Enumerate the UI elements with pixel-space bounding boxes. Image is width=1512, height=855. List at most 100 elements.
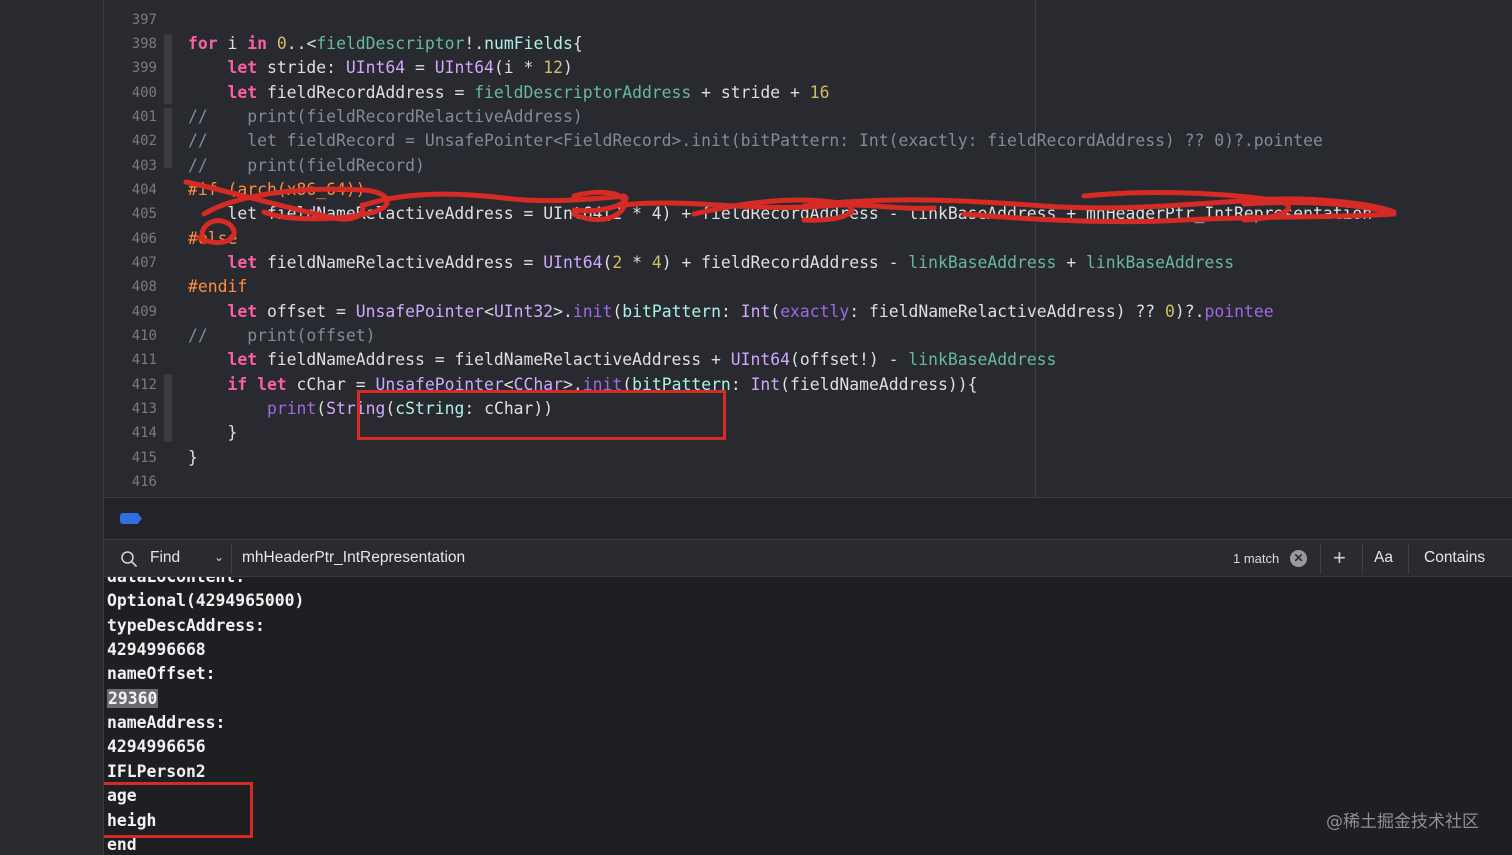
code-token: 16 — [809, 82, 830, 102]
console-line: 29360 — [107, 687, 159, 711]
code-line[interactable]: } — [188, 446, 198, 470]
line-number[interactable]: 402 — [104, 129, 157, 153]
code-line[interactable]: let fieldNameRelactiveAddress = UInt64(2… — [188, 251, 1234, 275]
line-number[interactable]: 406 — [104, 227, 157, 251]
code-line[interactable]: let fieldRecordAddress = fieldDescriptor… — [188, 81, 829, 105]
clear-search-icon[interactable]: ✕ — [1290, 550, 1307, 567]
code-token: !. — [464, 33, 485, 53]
console-line: 4294996656 — [107, 735, 206, 759]
code-token: )?. — [1174, 301, 1205, 321]
line-number[interactable]: 398 — [104, 32, 157, 56]
console-text: 4294996668 — [107, 640, 206, 660]
line-number[interactable]: 397 — [104, 8, 157, 32]
console-line: Optional(4294965000) — [107, 589, 304, 613]
code-line[interactable]: // print(fieldRecordRelactiveAddress) — [188, 105, 583, 129]
code-token: : — [720, 301, 741, 321]
code-token: init — [572, 301, 613, 321]
code-token: // print(fieldRecord) — [188, 155, 425, 175]
code-line[interactable]: // let fieldRecord = UnsafePointer<Field… — [188, 129, 1323, 153]
code-token: let — [188, 253, 258, 272]
code-token: 0 — [276, 33, 287, 53]
line-number-gutter: 397 398 399 400 401 402 403 404 405 406 407 408 409 4… — [104, 0, 160, 497]
code-line[interactable]: let fieldNameAddress = fieldNameRelactiv… — [188, 348, 1056, 372]
code-token: 12 — [543, 58, 564, 78]
fold-ribbon[interactable] — [164, 374, 172, 442]
code-line[interactable]: let offset = UnsafePointer<UInt32>.init(… — [188, 300, 1274, 324]
breakpoint-icon[interactable] — [120, 513, 142, 524]
line-number[interactable]: 407 — [104, 251, 157, 275]
line-number[interactable]: 404 — [104, 178, 157, 202]
code-line[interactable]: let stride: UInt64 = UInt64(i * 12) — [188, 56, 573, 80]
code-line[interactable]: #else — [188, 227, 237, 251]
code-token: #else — [188, 228, 238, 248]
line-number[interactable]: 400 — [104, 81, 157, 105]
console-text: nameAddress: — [107, 713, 226, 733]
code-token: Int — [750, 374, 781, 394]
code-token: fieldDescriptorAddress — [474, 82, 692, 102]
add-pattern-button[interactable]: + — [1333, 545, 1346, 571]
code-token: } — [188, 423, 238, 443]
code-token: ) — [563, 58, 573, 78]
code-line[interactable]: let fieldNameRelactiveAddress = UInt64(2… — [188, 202, 1372, 226]
code-token: : fieldNameRelactiveAddress) ?? — [849, 301, 1166, 321]
line-number[interactable]: 416 — [104, 470, 157, 494]
line-number[interactable]: 412 — [104, 373, 157, 397]
code-token: let — [188, 58, 258, 78]
console-line: IFLPerson2 — [107, 760, 206, 784]
console-line: nameAddress: — [107, 711, 225, 735]
code-token: if let — [188, 374, 287, 394]
code-line[interactable]: } — [188, 421, 237, 445]
match-type-button[interactable]: Contains — [1424, 549, 1485, 567]
code-token: i — [217, 33, 248, 53]
line-number[interactable]: 403 — [104, 154, 157, 178]
find-input[interactable]: mhHeaderPtr_IntRepresentation — [242, 549, 465, 567]
line-number[interactable]: 411 — [104, 348, 157, 372]
code-token: let — [188, 301, 258, 321]
code-token: = — [405, 58, 435, 78]
console-line: nameOffset: — [107, 662, 216, 686]
code-token: UInt32 — [493, 301, 554, 321]
fold-ribbon[interactable] — [164, 34, 172, 104]
divider — [1362, 544, 1363, 574]
fold-ribbon[interactable] — [164, 108, 172, 168]
code-line[interactable]: #if (arch(x86_64)) — [188, 178, 366, 202]
code-line[interactable]: // print(fieldRecord) — [188, 154, 425, 178]
line-number[interactable]: 409 — [104, 300, 157, 324]
code-editor[interactable]: 397 398 399 400 401 402 403 404 405 406 407 408 409 4… — [104, 0, 1512, 497]
line-number[interactable]: 414 — [104, 421, 157, 445]
left-panel-strip — [0, 0, 103, 855]
match-case-button[interactable]: Aa — [1374, 549, 1393, 567]
match-count: 1 match — [1233, 551, 1280, 566]
code-token: (i * — [493, 58, 544, 78]
page-guide-line — [1035, 0, 1036, 497]
line-number[interactable]: 401 — [104, 105, 157, 129]
code-token: UInt64 — [345, 58, 406, 78]
line-number[interactable]: 399 — [104, 56, 157, 80]
code-line[interactable]: for i in 0..<fieldDescriptor!.numFields{ — [188, 32, 583, 56]
code-token: let fieldNameRelactiveAddress = UInt64(2… — [188, 204, 1373, 224]
code-token: UInt64 — [543, 253, 603, 272]
code-line[interactable]: // print(offset) — [188, 324, 376, 348]
line-number[interactable]: 408 — [104, 275, 157, 299]
console-text: IFLPerson2 — [107, 761, 206, 781]
find-mode-selector[interactable]: Find ⌄ — [114, 545, 230, 571]
code-token: fieldRecordAddress = — [257, 82, 475, 102]
code-token: pointee — [1204, 301, 1274, 321]
line-number[interactable]: 410 — [104, 324, 157, 348]
code-token: #endif — [188, 277, 248, 297]
code-token: exactly — [780, 301, 850, 321]
console-text: Optional(4294965000) — [107, 591, 305, 611]
code-line[interactable]: #endif — [188, 275, 247, 299]
code-token: < — [484, 301, 494, 321]
code-token: // print(fieldRecordRelactiveAddress) — [188, 106, 583, 126]
line-number[interactable]: 415 — [104, 446, 157, 470]
line-number[interactable]: 413 — [104, 397, 157, 421]
line-number[interactable]: 405 — [104, 202, 157, 226]
find-mode-label: Find — [150, 549, 181, 566]
code-token: for — [188, 33, 218, 53]
code-token: ( — [612, 301, 623, 321]
debug-console[interactable]: dataLoContent: Optional(4294965000) typeDe… — [104, 577, 1512, 855]
divider — [1408, 544, 1409, 574]
